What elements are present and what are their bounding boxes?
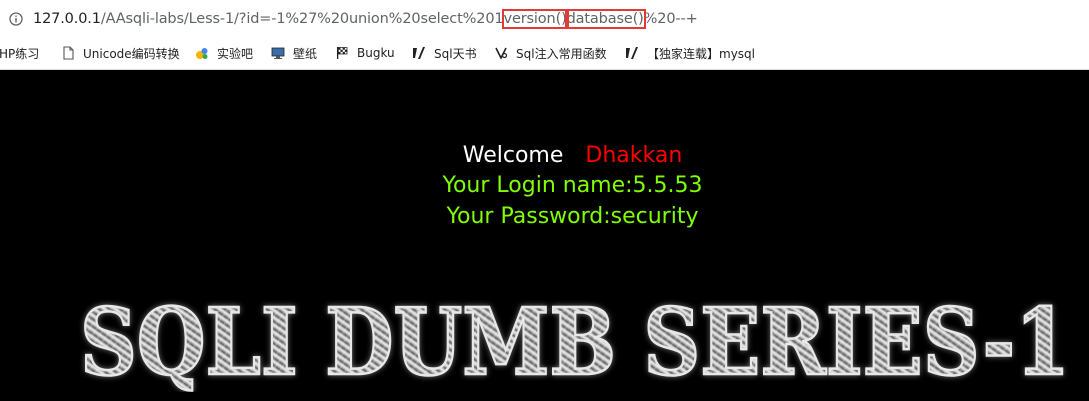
bookmarks-bar: HP练习 Unicode编码转换 实验吧 壁纸 Bugku Sql天书 Sql注… bbox=[0, 38, 1089, 70]
bookmark-hp[interactable]: HP练习 bbox=[0, 44, 39, 62]
url-field[interactable]: 127.0.0.1/AAsqli-labs/Less-1/?id=-1%27%2… bbox=[33, 9, 698, 29]
flask-icon bbox=[196, 48, 208, 59]
paw-icon bbox=[495, 47, 508, 60]
bookmark-label: Sql注入常用函数 bbox=[516, 46, 607, 61]
bookmark-mysql-series[interactable]: 【独家连载】mysql bbox=[625, 44, 755, 62]
url-path: /AAsqli-labs/Less-1/?id=-1%27%20union%20… bbox=[100, 11, 504, 27]
welcome-name: Dhakkan bbox=[585, 143, 683, 168]
address-bar[interactable]: 127.0.0.1/AAsqli-labs/Less-1/?id=-1%27%2… bbox=[0, 0, 1089, 38]
page-content: Welcome Dhakkan Your Login name:5.5.53 Yo… bbox=[0, 70, 1089, 401]
info-icon[interactable] bbox=[9, 12, 23, 26]
bookmark-sql-tianshu[interactable]: Sql天书 bbox=[412, 44, 477, 62]
browser-chrome: 127.0.0.1/AAsqli-labs/Less-1/?id=-1%27%2… bbox=[0, 0, 1089, 70]
bookmark-wallpaper[interactable]: 壁纸 bbox=[271, 44, 317, 62]
slash-icon bbox=[413, 47, 425, 59]
url-host: 127.0.0.1 bbox=[33, 11, 101, 27]
banner-text: SQLI DUMB SERIES-1 bbox=[80, 292, 1070, 392]
bookmark-label: 壁纸 bbox=[293, 46, 318, 61]
flag-icon bbox=[337, 47, 348, 59]
sqli-dumb-series-banner: SQLI DUMB SERIES-1 bbox=[79, 292, 1072, 392]
monitor-icon bbox=[271, 47, 285, 59]
slash-icon bbox=[626, 47, 638, 59]
bookmark-label: Bugku bbox=[357, 46, 395, 60]
url-highlight-database: database() bbox=[564, 9, 646, 29]
url-suffix: %20--+ bbox=[643, 11, 698, 27]
bookmark-label: HP练习 bbox=[0, 46, 40, 61]
bookmark-label: Sql天书 bbox=[434, 46, 477, 61]
bookmark-bugku[interactable]: Bugku bbox=[335, 44, 395, 62]
bookmark-unicode[interactable]: Unicode编码转换 bbox=[61, 44, 180, 62]
bookmark-shiyanba[interactable]: 实验吧 bbox=[195, 44, 253, 62]
welcome-line: Welcome Dhakkan bbox=[0, 143, 1089, 169]
bookmark-label: 【独家连载】mysql bbox=[647, 46, 755, 61]
document-icon bbox=[63, 46, 74, 60]
url-highlight-version: version() bbox=[501, 9, 569, 29]
password-line: Your Password:security bbox=[446, 204, 699, 229]
bookmark-sql-functions[interactable]: Sql注入常用函数 bbox=[494, 44, 607, 62]
bookmark-label: 实验吧 bbox=[217, 46, 254, 61]
login-name-line: Your Login name:5.5.53 bbox=[442, 173, 703, 198]
bookmark-label: Unicode编码转换 bbox=[83, 46, 180, 61]
welcome-text: Welcome bbox=[462, 143, 564, 168]
